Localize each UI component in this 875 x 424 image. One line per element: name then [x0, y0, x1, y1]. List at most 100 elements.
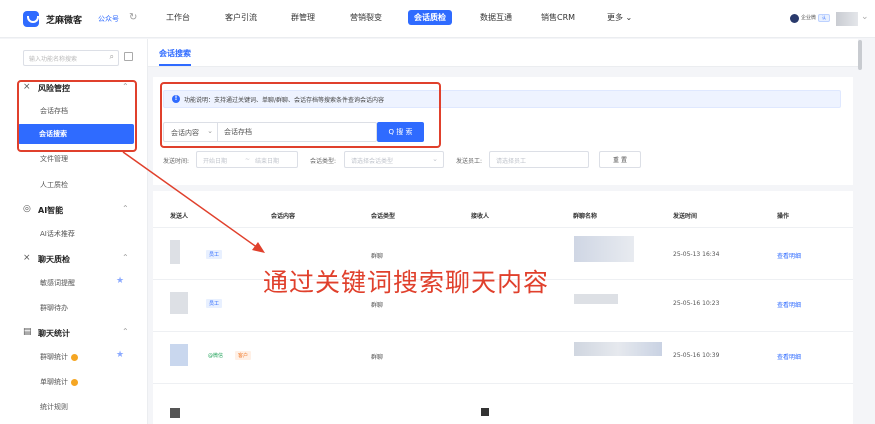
session-type-select[interactable]: 请选择会话类型 ⌄: [344, 151, 444, 168]
send-time-cell: 25-05-16 10:39: [673, 352, 720, 359]
avatar: [836, 12, 858, 26]
brand-name: 芝麻微客: [46, 16, 83, 26]
column-header-action: 操作: [777, 213, 790, 220]
search-icon: ⌕: [109, 52, 114, 61]
session-type-cell: 群聊: [371, 253, 384, 260]
customer-tag: 客户: [235, 351, 252, 360]
view-detail-link[interactable]: 查看明细: [777, 352, 801, 361]
sidebar-item-group-stats[interactable]: 群聊统计 ★: [0, 347, 147, 367]
chevron-up-icon: ⌃: [122, 327, 129, 336]
topnav-group-management[interactable]: 群管理: [291, 12, 315, 23]
date-separator: ~: [245, 156, 251, 163]
sidebar-item-file-management[interactable]: 文件管理: [0, 149, 147, 169]
sidebar-item-label: 群聊统计: [40, 352, 78, 362]
sidebar-item-text: 群聊统计: [40, 353, 68, 361]
sidebar-item-label: 人工质检: [40, 181, 68, 189]
topnav-marketing[interactable]: 营销裂变: [350, 12, 382, 23]
group-name-avatar: [574, 236, 634, 262]
sidebar-group-chat-inspection[interactable]: ⨯ 聊天质检 ⌃: [0, 249, 147, 269]
send-staff-label: 发送员工:: [456, 158, 483, 165]
topnav-data-exchange[interactable]: 数据互通: [480, 12, 512, 23]
sender-avatar: [170, 344, 188, 366]
column-header-sender: 发送人: [170, 213, 189, 220]
column-header-send-time: 发送时间: [673, 213, 698, 220]
topnav-customer-traffic[interactable]: 客户引流: [225, 12, 257, 23]
topnav-more[interactable]: 更多 ⌄: [607, 12, 632, 23]
sidebar-item-label: 统计规则: [40, 403, 68, 411]
send-time-cell: 25-05-13 16:34: [673, 251, 720, 258]
sidebar-search-input[interactable]: 输入功能名称搜索 ⌕: [23, 50, 119, 66]
sidebar-group-chat-stats[interactable]: ▤ 聊天统计 ⌃: [0, 323, 147, 343]
employee-tag: 员工: [206, 250, 223, 259]
sidebar-item-ai-script[interactable]: AI话术推荐: [0, 224, 147, 244]
star-icon[interactable]: ★: [116, 350, 124, 360]
end-date-placeholder: 结束日期: [255, 158, 280, 165]
topnav-session-inspection[interactable]: 会话质检: [408, 10, 452, 25]
account-logo-icon: [790, 14, 799, 23]
employee-tag: 员工: [206, 299, 223, 308]
chat-inspection-icon: ⨯: [23, 253, 31, 263]
table-row: @微信 客户 群聊 25-05-16 10:39 查看明细: [153, 331, 853, 383]
sidebar-item-label: 群聊待办: [40, 304, 68, 312]
sidebar-item-single-chat-stats[interactable]: 单聊统计: [0, 372, 147, 392]
session-type-label: 会话类型:: [310, 158, 337, 165]
group-name-avatar: [574, 342, 662, 356]
sidebar-group-label: AI智能: [38, 206, 64, 215]
sidebar-item-stats-rules[interactable]: 统计规则: [0, 397, 147, 417]
receiver-avatar: [481, 408, 489, 416]
layout-toggle-icon[interactable]: [124, 52, 133, 61]
star-icon[interactable]: ★: [116, 276, 124, 286]
wechat-tag: @微信: [208, 353, 224, 359]
send-staff-placeholder: 请选择员工: [496, 158, 527, 165]
sidebar-item-manual-inspection[interactable]: 人工质检: [0, 175, 147, 195]
top-bar: 芝麻微客 公众号 ↻ 工作台 客户引流 群管理 营销裂变 会话质检 数据互通 销…: [0, 0, 875, 38]
sidebar-item-label: AI话术推荐: [40, 230, 75, 238]
session-type-cell: 群聊: [371, 354, 384, 361]
view-detail-link[interactable]: 查看明细: [777, 300, 801, 309]
results-table: 发送人 会话内容 会话类型 接收人 群聊名称 发送时间 操作 员工 群聊 25-…: [153, 191, 853, 424]
sidebar-group-ai[interactable]: ◎ AI智能 ⌃: [0, 200, 147, 220]
sidebar-item-label: 敏感词提醒: [40, 279, 75, 287]
sidebar-group-label: 聊天质检: [38, 255, 70, 264]
scrollbar-track[interactable]: [858, 39, 875, 424]
chevron-down-icon: ⌄: [432, 155, 438, 163]
ai-icon: ◎: [23, 204, 31, 214]
refresh-icon[interactable]: ↻: [129, 12, 137, 23]
chevron-up-icon: ⌃: [122, 253, 129, 262]
sender-avatar: [170, 292, 188, 314]
send-staff-select[interactable]: 请选择员工: [489, 151, 589, 168]
account-menu[interactable]: 企业微 认 ⌄: [790, 12, 869, 26]
sidebar-item-group-todo[interactable]: 群聊待办: [0, 298, 147, 318]
account-name: 企业微: [801, 15, 817, 21]
chevron-up-icon: ⌃: [122, 204, 129, 213]
group-name-avatar: [574, 294, 618, 304]
session-type-placeholder: 请选择会话类型: [351, 158, 394, 165]
table-row: [153, 383, 853, 424]
column-header-receiver: 接收人: [471, 213, 490, 220]
sidebar-group-label: 聊天统计: [38, 329, 70, 338]
sidebar-item-label: 文件管理: [40, 155, 68, 163]
chevron-down-icon: ⌄: [861, 12, 869, 22]
sidebar-item-text: 单聊统计: [40, 378, 68, 386]
subscribe-link[interactable]: 公众号: [98, 14, 119, 24]
sidebar-item-sensitive-words[interactable]: 敏感词提醒 ★: [0, 273, 147, 293]
sidebar-search-placeholder: 输入功能名称搜索: [29, 56, 78, 63]
column-header-group-name: 群聊名称: [573, 213, 598, 220]
date-range-picker[interactable]: 开始日期 ~ 结束日期: [196, 151, 298, 168]
view-detail-link[interactable]: 查看明细: [777, 251, 801, 260]
sender-avatar: [170, 408, 180, 418]
topnav-sales-crm[interactable]: 销售CRM: [541, 12, 575, 23]
sender-avatar: [170, 240, 180, 264]
annotation-box-search: [160, 82, 441, 148]
sidebar-item-label: 单聊统计: [40, 377, 78, 387]
tab-session-search[interactable]: 会话搜索: [159, 48, 191, 59]
topnav-workbench[interactable]: 工作台: [166, 12, 190, 23]
annotation-box-sidebar: [17, 80, 137, 152]
verified-badge: 认: [818, 14, 830, 22]
send-time-label: 发送时间:: [163, 158, 190, 165]
column-header-type: 会话类型: [371, 213, 396, 220]
scrollbar-thumb[interactable]: [858, 40, 862, 70]
reset-button[interactable]: 重 置: [599, 151, 641, 168]
annotation-label: 通过关键词搜索聊天内容: [263, 268, 550, 297]
chat-stats-icon: ▤: [23, 327, 32, 337]
